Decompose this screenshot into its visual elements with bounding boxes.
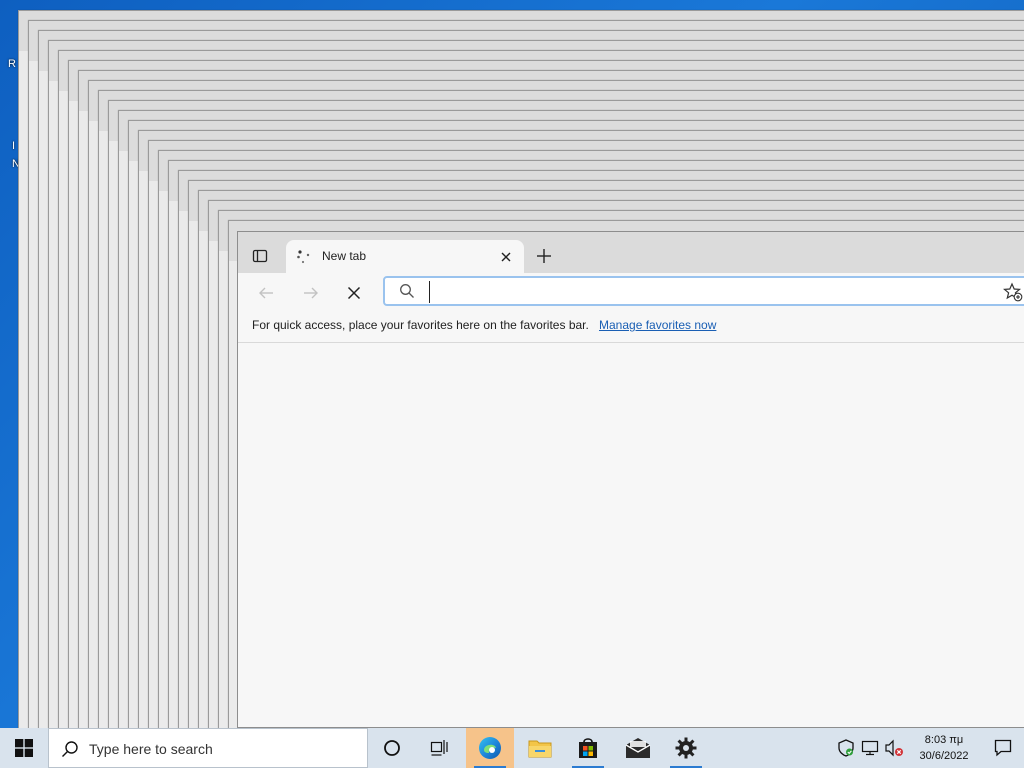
file-explorer-button[interactable]: [516, 728, 564, 768]
tab-close-button[interactable]: [498, 249, 514, 265]
notification-icon: [994, 739, 1012, 757]
mail-icon: [625, 738, 651, 758]
favorites-bar-message: For quick access, place your favorites h…: [252, 318, 589, 332]
tab-title: New tab: [322, 249, 367, 263]
favorites-bar: For quick access, place your favorites h…: [238, 311, 1024, 343]
taskbar: Type here to search 8:03 πμ 30/6/2022: [0, 728, 1024, 768]
windows-security-button[interactable]: [836, 738, 856, 758]
close-icon: [501, 252, 511, 262]
desktop: R I N New tab For quick access, place yo…: [0, 0, 1024, 728]
volume-muted-icon: [885, 739, 903, 757]
network-button[interactable]: [860, 738, 880, 758]
microsoft-store-button[interactable]: [564, 728, 612, 768]
system-tray: 8:03 πμ 30/6/2022: [836, 728, 1024, 768]
taskbar-search-box[interactable]: Type here to search: [48, 728, 368, 768]
manage-favorites-link[interactable]: Manage favorites now: [599, 318, 716, 332]
start-button[interactable]: [0, 728, 48, 768]
add-favorite-icon[interactable]: [1003, 282, 1023, 302]
network-icon: [861, 740, 879, 756]
taskbar-clock[interactable]: 8:03 πμ 30/6/2022: [906, 732, 982, 764]
action-center-button[interactable]: [982, 728, 1024, 768]
clock-date: 30/6/2022: [919, 750, 969, 762]
windows-logo-icon: [15, 739, 33, 757]
cortana-icon: [384, 740, 400, 756]
edge-browser-window[interactable]: New tab For quick access, place your fav…: [237, 231, 1024, 728]
mail-button[interactable]: [614, 728, 662, 768]
tab-strip: New tab: [238, 232, 1024, 274]
stop-loading-button[interactable]: [340, 279, 368, 307]
plus-icon: [537, 249, 551, 263]
clock-time: 8:03 πμ: [924, 734, 964, 746]
cortana-button[interactable]: [368, 728, 416, 768]
address-input[interactable]: [429, 281, 975, 303]
search-icon: [62, 741, 78, 757]
address-bar[interactable]: [383, 276, 1024, 306]
back-arrow-icon: [259, 287, 273, 299]
navigation-toolbar: [238, 273, 1024, 311]
edge-icon: [479, 737, 501, 759]
page-content-area[interactable]: [238, 343, 1024, 727]
settings-button[interactable]: [662, 728, 710, 768]
volume-button[interactable]: [884, 738, 904, 758]
tab-actions-button[interactable]: [248, 244, 272, 268]
file-explorer-icon: [528, 740, 552, 758]
forward-arrow-icon: [304, 287, 318, 299]
search-placeholder: Type here to search: [89, 741, 213, 757]
search-icon: [400, 284, 414, 298]
loading-spinner-icon: [297, 250, 310, 264]
microsoft-store-icon: [579, 738, 597, 758]
new-tab-button[interactable]: [532, 244, 556, 268]
desktop-icon-label[interactable]: R: [8, 58, 16, 70]
tab-new-tab[interactable]: New tab: [286, 240, 524, 274]
desktop-icon-label[interactable]: I: [12, 140, 15, 152]
forward-button[interactable]: [297, 279, 325, 307]
close-icon: [347, 286, 361, 300]
shield-icon: [838, 739, 854, 757]
settings-icon: [675, 737, 697, 759]
task-view-button[interactable]: [416, 728, 464, 768]
task-view-icon: [430, 740, 448, 756]
edge-taskbar-button[interactable]: [466, 728, 514, 768]
back-button[interactable]: [252, 279, 280, 307]
tab-actions-icon: [252, 249, 268, 263]
